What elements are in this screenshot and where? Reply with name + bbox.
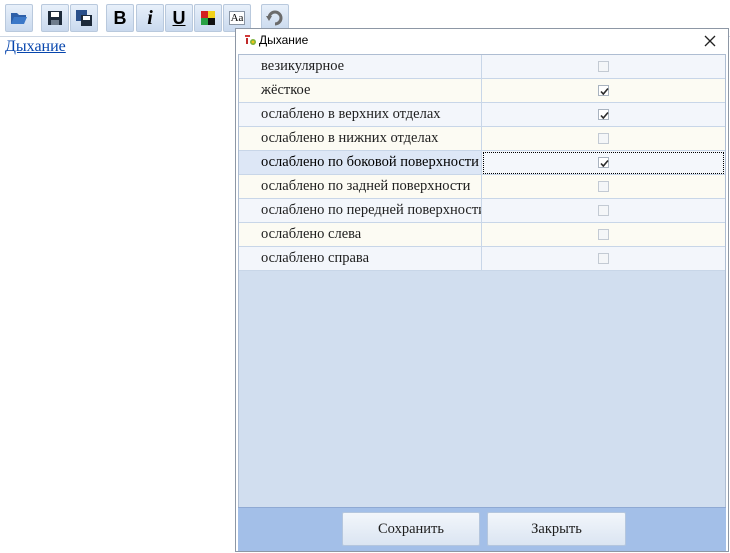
save-button[interactable]: [41, 4, 69, 32]
color-icon: [201, 11, 215, 25]
checkmark-icon: [600, 159, 609, 168]
close-button[interactable]: [696, 29, 724, 53]
checkbox-checked[interactable]: [598, 85, 609, 96]
option-label: везикулярное: [239, 55, 482, 79]
option-row[interactable]: ослаблено по задней поверхности: [239, 175, 725, 199]
option-row[interactable]: жёсткое: [239, 79, 725, 103]
underline-icon: U: [172, 8, 186, 28]
option-checkbox-cell[interactable]: [482, 223, 725, 247]
app-icon: [245, 35, 256, 45]
option-label: жёсткое: [239, 79, 482, 103]
checkbox-unchecked[interactable]: [598, 61, 609, 72]
save-all-icon: [76, 10, 92, 26]
options-grid: везикулярное жёсткое ослаблено в верхних о…: [238, 54, 726, 535]
option-label: ослаблено слева: [239, 223, 482, 247]
save-button-dialog[interactable]: Сохранить: [342, 512, 480, 546]
undo-icon: [266, 10, 283, 26]
italic-icon: i: [147, 7, 153, 29]
open-folder-icon: [11, 13, 27, 24]
options-list: везикулярное жёсткое ослаблено в верхних о…: [239, 55, 725, 271]
underline-button[interactable]: U: [165, 4, 193, 32]
option-row[interactable]: ослаблено по боковой поверхности: [239, 151, 725, 175]
checkbox-unchecked[interactable]: [598, 133, 609, 144]
font-icon: Aa: [228, 11, 246, 25]
checkmark-icon: [600, 111, 609, 120]
open-button[interactable]: [5, 4, 33, 32]
section-link[interactable]: Дыхание: [5, 38, 66, 56]
italic-button[interactable]: i: [136, 4, 164, 32]
option-checkbox-cell[interactable]: [482, 175, 725, 199]
close-icon: [704, 35, 716, 47]
checkbox-unchecked[interactable]: [598, 229, 609, 240]
dialog-title: Дыхание: [259, 33, 309, 47]
bold-button[interactable]: B: [106, 4, 134, 32]
option-row[interactable]: ослаблено по передней поверхности: [239, 199, 725, 223]
option-checkbox-cell[interactable]: [482, 151, 725, 175]
option-label: ослаблено справа: [239, 247, 482, 271]
dialog-footer: Сохранить Закрыть: [238, 507, 726, 551]
option-row[interactable]: ослаблено в верхних отделах: [239, 103, 725, 127]
checkbox-unchecked[interactable]: [598, 181, 609, 192]
checkbox-unchecked[interactable]: [598, 205, 609, 216]
option-row[interactable]: ослаблено слева: [239, 223, 725, 247]
option-label: ослаблено по задней поверхности: [239, 175, 482, 199]
option-row[interactable]: ослаблено справа: [239, 247, 725, 271]
close-button-dialog[interactable]: Закрыть: [487, 512, 626, 546]
checkbox-checked[interactable]: [598, 109, 609, 120]
option-checkbox-cell[interactable]: [482, 55, 725, 79]
color-button[interactable]: [194, 4, 222, 32]
option-checkbox-cell[interactable]: [482, 79, 725, 103]
dialog-titlebar[interactable]: Дыхание: [236, 29, 728, 53]
save-all-button[interactable]: [70, 4, 98, 32]
dialog-window: Дыхание везикулярное жёсткое ослаблено в в…: [235, 28, 729, 552]
checkbox-unchecked[interactable]: [598, 253, 609, 264]
option-checkbox-cell[interactable]: [482, 103, 725, 127]
option-label: ослаблено по передней поверхности: [239, 199, 482, 223]
option-row[interactable]: везикулярное: [239, 55, 725, 79]
option-label: ослаблено в нижних отделах: [239, 127, 482, 151]
option-checkbox-cell[interactable]: [482, 127, 725, 151]
option-row[interactable]: ослаблено в нижних отделах: [239, 127, 725, 151]
checkbox-checked[interactable]: [598, 157, 609, 168]
checkmark-icon: [600, 87, 609, 96]
option-checkbox-cell[interactable]: [482, 199, 725, 223]
option-checkbox-cell[interactable]: [482, 247, 725, 271]
option-label: ослаблено по боковой поверхности: [239, 151, 482, 175]
bold-icon: B: [113, 8, 127, 28]
option-label: ослаблено в верхних отделах: [239, 103, 482, 127]
save-icon: [48, 11, 62, 25]
